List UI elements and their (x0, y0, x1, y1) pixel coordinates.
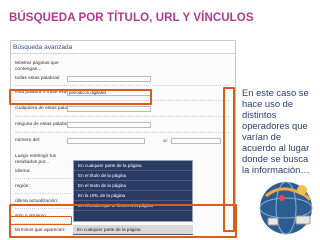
divider (15, 193, 71, 194)
region-label: región: (15, 184, 30, 189)
dropdown-option[interactable]: En cualquier parte de la página (74, 161, 192, 171)
explanation-note: En este caso se hace uso de distintos op… (242, 87, 310, 175)
language-label: idioma: (15, 169, 31, 174)
globe-decoration-icon (259, 181, 313, 235)
none-words-label: ninguna de estas palabras: (15, 122, 73, 127)
divider (15, 85, 229, 86)
dropdown-option[interactable]: En el título de la página (74, 171, 192, 181)
number-to-label: al: (163, 138, 168, 143)
number-range-label: número del: (15, 138, 41, 143)
terms-label-highlight (9, 216, 72, 225)
dropdown-option[interactable]: En la URL de la página (74, 191, 192, 201)
any-words-input[interactable] (67, 106, 151, 112)
form-intro: Mostrar páginas que contengan... (15, 61, 59, 72)
none-words-input[interactable] (67, 122, 151, 128)
all-words-label: todas estas palabras: (15, 76, 61, 81)
divider (15, 132, 229, 133)
number-to-input[interactable] (171, 138, 221, 144)
exact-phrase-highlight (9, 89, 152, 105)
restrict-intro: Luego restringir tus resultados por... (15, 154, 57, 165)
divider (15, 178, 71, 179)
dropdown-option[interactable]: En el texto de la página (74, 181, 192, 191)
divider (15, 116, 229, 117)
number-from-input[interactable] (67, 138, 145, 144)
all-words-input[interactable] (67, 76, 151, 82)
slide-title: BÚSQUEDA POR TÍTULO, URL Y VÍNCULOS (9, 12, 254, 24)
panel-title: Búsqueda avanzada (11, 41, 235, 54)
